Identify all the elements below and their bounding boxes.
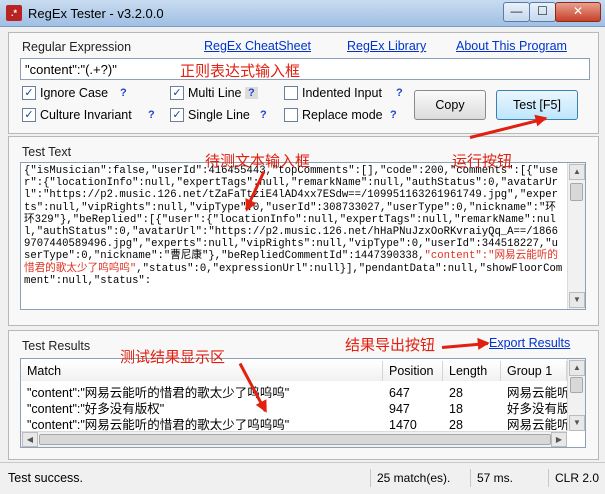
group-cell: 好多没有版权 — [507, 402, 567, 416]
annotation-export-button: 结果导出按钮 — [345, 336, 436, 354]
table-row[interactable]: "content":"好多没有版权" 947 18 好多没有版权 — [21, 401, 567, 417]
export-results-link[interactable]: Export Results — [489, 336, 570, 350]
length-cell: 28 — [449, 418, 463, 431]
check-icon: ✓ — [22, 108, 36, 122]
culture-invariant-checkbox[interactable]: ✓ Culture Invariant — [22, 108, 132, 122]
ignore-case-checkbox[interactable]: ✓ Ignore Case — [22, 86, 108, 100]
replace-mode-help[interactable]: ? — [390, 109, 397, 121]
scroll-thumb[interactable] — [570, 183, 583, 201]
indented-input-help[interactable]: ? — [396, 87, 403, 99]
table-row[interactable]: "content":"网易云能听的惜君的歌太少了呜呜呜" 647 28 网易云能… — [21, 385, 567, 401]
replace-mode-label: Replace mode — [302, 108, 383, 122]
scroll-up-icon[interactable]: ▲ — [569, 164, 585, 180]
regex-label: Regular Expression — [22, 40, 132, 54]
test-results-label: Test Results — [22, 339, 91, 353]
column-header-position[interactable]: Position — [383, 361, 443, 381]
culture-invariant-label: Culture Invariant — [40, 108, 132, 122]
regex-input[interactable] — [20, 58, 590, 80]
match-cell: "content":"好多没有版权" — [27, 402, 165, 416]
clr-version: CLR 2.0 — [548, 469, 605, 487]
test-text-scrollbar[interactable]: ▲ ▼ — [567, 163, 585, 309]
copy-button[interactable]: Copy — [414, 90, 486, 120]
position-cell: 647 — [389, 386, 410, 400]
results-vscrollbar[interactable]: ▲ ▼ — [567, 359, 585, 431]
test-text-label: Test Text — [22, 145, 72, 159]
app-icon: .* — [6, 5, 22, 21]
scroll-down-icon[interactable]: ▼ — [569, 292, 585, 308]
annotation-run-button: 运行按钮 — [452, 152, 513, 170]
test-text-input[interactable]: {"isMusician":false,"userId":416455443,"… — [20, 162, 586, 310]
annotation-results-area: 测试结果显示区 — [120, 348, 226, 366]
close-button[interactable]: ✕ — [555, 2, 601, 22]
length-cell: 28 — [449, 386, 463, 400]
elapsed-time: 57 ms. — [470, 469, 537, 487]
multi-line-help[interactable]: ? — [245, 87, 258, 99]
ignore-case-label: Ignore Case — [40, 86, 109, 100]
indented-input-label: Indented Input — [302, 86, 382, 100]
results-hscrollbar[interactable]: ◀ ▶ — [21, 431, 567, 447]
minimize-button[interactable]: — — [503, 2, 530, 22]
annotation-text-input: 待测文本输入框 — [205, 152, 311, 170]
multi-line-label: Multi Line — [188, 86, 242, 100]
group-cell: 网易云能听的... — [507, 418, 567, 431]
column-header-group1[interactable]: Group 1 — [501, 361, 567, 381]
ignore-case-help[interactable]: ? — [120, 87, 127, 99]
cheatsheet-link[interactable]: RegEx CheatSheet — [204, 39, 311, 53]
single-line-checkbox[interactable]: ✓ Single Line — [170, 108, 250, 122]
scroll-thumb[interactable] — [570, 377, 583, 393]
position-cell: 947 — [389, 402, 410, 416]
position-cell: 1470 — [389, 418, 417, 431]
test-text-content: {"isMusician":false,"userId":416455443,"… — [24, 165, 564, 287]
unchecked-icon — [284, 86, 298, 100]
regex-library-link[interactable]: RegEx Library — [347, 39, 426, 53]
maximize-button[interactable]: ☐ — [529, 2, 556, 22]
column-header-length[interactable]: Length — [443, 361, 501, 381]
culture-invariant-help[interactable]: ? — [148, 109, 155, 121]
match-cell: "content":"网易云能听的惜君的歌太少了呜呜呜" — [27, 418, 290, 431]
annotation-regex-input: 正则表达式输入框 — [180, 62, 301, 80]
unchecked-icon — [284, 108, 298, 122]
window-title: RegEx Tester - v3.2.0.0 — [28, 6, 164, 21]
status-message: Test success. — [8, 471, 84, 485]
replace-mode-checkbox[interactable]: Replace mode — [284, 108, 383, 122]
scroll-thumb[interactable] — [39, 434, 551, 445]
check-icon: ✓ — [170, 108, 184, 122]
length-cell: 18 — [449, 402, 463, 416]
check-icon: ✓ — [170, 86, 184, 100]
multi-line-checkbox[interactable]: ✓ Multi Line — [170, 86, 242, 100]
table-row[interactable]: "content":"网易云能听的惜君的歌太少了呜呜呜" 1470 28 网易云… — [21, 417, 567, 431]
about-link[interactable]: About This Program — [456, 39, 567, 53]
match-count: 25 match(es). — [370, 469, 457, 487]
scroll-down-icon[interactable]: ▼ — [569, 415, 585, 431]
scroll-up-icon[interactable]: ▲ — [569, 360, 585, 376]
scroll-left-icon[interactable]: ◀ — [22, 432, 38, 447]
title-bar[interactable]: .* RegEx Tester - v3.2.0.0 — ☐ ✕ — [0, 0, 605, 27]
single-line-label: Single Line — [188, 108, 250, 122]
single-line-help[interactable]: ? — [260, 109, 267, 121]
check-icon: ✓ — [22, 86, 36, 100]
match-cell: "content":"网易云能听的惜君的歌太少了呜呜呜" — [27, 386, 290, 400]
text-line: 康"},"beRepliedCommentId":1447390338, — [191, 250, 425, 263]
scroll-right-icon[interactable]: ▶ — [551, 432, 567, 447]
status-bar: Test success. 25 match(es). 57 ms. CLR 2… — [0, 462, 605, 494]
indented-input-checkbox[interactable]: Indented Input — [284, 86, 382, 100]
results-table[interactable]: Match Position Length Group 1 "content":… — [20, 358, 586, 448]
group-cell: 网易云能听的... — [507, 386, 567, 400]
